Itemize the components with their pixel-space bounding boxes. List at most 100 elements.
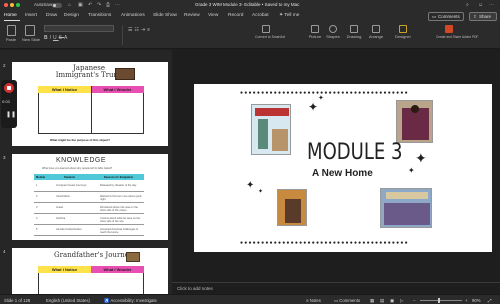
girl-figure — [285, 199, 301, 223]
accessibility-label: Accessibility: Investigate — [110, 297, 157, 303]
account-icon[interactable]: ☺ — [478, 2, 483, 8]
tab-view[interactable]: View — [208, 13, 218, 18]
font-format-controls[interactable]: BIUSA — [44, 35, 69, 41]
table-row: 3 Imaan Wondered where she was on the othe… — [34, 203, 144, 214]
zoom-window-button[interactable] — [16, 3, 20, 7]
slide-subtitle[interactable]: A New Home — [312, 168, 373, 179]
arrange-label: Arrange — [368, 34, 384, 39]
zoom-slider[interactable] — [420, 299, 462, 301]
new-slide-button[interactable]: New Slide — [22, 25, 40, 42]
tab-design[interactable]: Design — [64, 13, 79, 18]
main-slide[interactable]: ●●●●●●●●●●●●●●●●●●●●●●●●●●●●●●●●●●●●●●●●… — [194, 84, 492, 252]
notes-button[interactable]: ≡ Notes — [306, 298, 321, 303]
sparkle-icon: ✦ — [308, 100, 319, 114]
fit-to-window-icon[interactable]: ⤢ — [488, 298, 491, 303]
picture-button[interactable]: Picture — [308, 25, 322, 39]
tab-draw[interactable]: Draw — [46, 13, 57, 18]
slide-thumbnail-2[interactable]: Japanese Immigrant's Trunk What I Notice… — [12, 62, 168, 146]
accessibility-status[interactable]: ♿ Accessibility: Investigate — [104, 298, 157, 304]
slide-thumbnails-pane[interactable]: 2 Japanese Immigrant's Trunk What I Noti… — [0, 50, 172, 294]
share-button[interactable]: ⇪ Share — [469, 12, 497, 21]
autosave-label: AutoSave — [34, 2, 54, 7]
slide-number: 2 — [3, 63, 6, 68]
print-icon[interactable]: ⎙ — [106, 2, 110, 8]
paste-button[interactable]: Paste — [4, 25, 18, 42]
shapes-button[interactable]: Shapes — [326, 25, 340, 39]
font-color-icon[interactable]: A — [64, 35, 69, 41]
font-name-select[interactable] — [44, 25, 114, 32]
notes-placeholder[interactable]: Click to add notes — [177, 286, 213, 291]
coming-to-america-cover — [251, 104, 291, 155]
search-icon[interactable]: ⌕ — [466, 2, 469, 8]
people-crowd-cover — [380, 188, 432, 228]
comments-status-button[interactable]: ▭ Comments — [334, 298, 360, 304]
drawing-button[interactable]: Drawing — [346, 25, 362, 39]
normal-view-icon[interactable]: ▦ — [370, 298, 374, 304]
convert-smartart-button[interactable]: Convert to SmartArt — [255, 25, 285, 39]
close-window-button[interactable] — [4, 3, 8, 7]
comments-button[interactable]: ▭ Comments — [428, 12, 464, 21]
more-icon[interactable]: ⋯ — [115, 2, 120, 8]
share-button-label: Share — [479, 14, 492, 19]
slide-title[interactable]: MODULE 3 — [307, 140, 403, 165]
sparkle-icon: ✦ — [318, 95, 324, 102]
tab-insert[interactable]: Insert — [25, 13, 37, 18]
header-module: Module — [36, 175, 46, 179]
tab-acrobat[interactable]: Acrobat — [252, 13, 269, 18]
paragraph-controls[interactable]: ☰☷⇥≡ — [128, 27, 152, 33]
pause-icon[interactable]: ❚❚ — [6, 111, 16, 118]
tab-transitions[interactable]: Transitions — [88, 13, 111, 18]
row-reason: Accepted Americas challenges to reach th… — [100, 228, 139, 234]
create-pdf-button[interactable]: Create and Share Adobe PDF — [436, 25, 478, 39]
comment-icon: ▭ — [432, 14, 437, 19]
table-row: 1 Immigrant Guest Journeys Released by dis… — [34, 181, 144, 192]
align-icon[interactable]: ≡ — [147, 27, 152, 33]
comments-button-label: Comments — [438, 14, 460, 19]
zoom-slider-handle[interactable] — [438, 297, 440, 303]
tab-home[interactable]: Home — [4, 13, 17, 18]
redo-icon[interactable]: ↷ — [97, 2, 101, 8]
slide-thumbnail-4[interactable]: Grandfather's Journey What I Notice What… — [12, 248, 168, 294]
more-options-icon[interactable]: ⋯ — [489, 2, 494, 8]
sparkle-icon: ✦ — [415, 150, 427, 166]
minimize-window-button[interactable] — [10, 3, 14, 7]
arrange-button[interactable]: Arrange — [368, 25, 384, 39]
slideshow-icon[interactable]: ▷ — [400, 298, 403, 304]
new-slide-icon — [25, 25, 35, 36]
picture-label: Picture — [308, 34, 322, 39]
slide-title: Grandfather's Journey — [54, 251, 133, 259]
table-row: 5 Aemilia Knickerbocker Accepted Americas … — [34, 225, 144, 236]
reading-view-icon[interactable]: ▣ — [390, 298, 394, 304]
table-divider — [91, 86, 92, 134]
figures-shape — [272, 129, 288, 151]
tab-animations[interactable]: Animations — [121, 13, 145, 18]
tab-record[interactable]: Record — [228, 13, 243, 18]
notice-header: What I Notice — [38, 266, 91, 273]
tab-slide-show[interactable]: Slide Show — [153, 13, 177, 18]
stop-recording-button[interactable] — [4, 83, 14, 93]
slide-sorter-icon[interactable]: ▤ — [380, 298, 384, 304]
recording-time: 0:03 — [2, 99, 10, 104]
language-status[interactable]: English (United States) — [46, 298, 90, 303]
zoom-out-icon[interactable]: − — [413, 298, 416, 303]
lightbulb-icon: ✦ — [279, 13, 284, 18]
slide-thumbnail-3[interactable]: KNOWLEDGE What have you learned about wh… — [12, 154, 168, 240]
row-reason: Curious about what he sees on the other … — [100, 217, 141, 223]
row-student: Immigrant Guest Journeys — [56, 184, 87, 187]
tab-tell-me[interactable]: ✦ Tell me — [279, 13, 299, 18]
save-icon[interactable]: ▣ — [78, 2, 83, 8]
zoom-in-icon[interactable]: + — [465, 298, 468, 303]
home-icon[interactable]: ⌂ — [68, 2, 71, 8]
tab-review[interactable]: Review — [184, 13, 200, 18]
zoom-level[interactable]: 90% — [472, 298, 481, 303]
designer-button[interactable]: Designer — [394, 25, 412, 39]
notes-pane[interactable]: Click to add notes — [172, 282, 500, 294]
row-reason: Wanted to find out more about good night — [100, 195, 142, 201]
undo-icon[interactable]: ↶ — [88, 2, 92, 8]
crowd-shape — [384, 203, 430, 225]
adobe-pdf-icon — [445, 25, 453, 33]
smartart-icon — [262, 25, 270, 33]
document-title: Grade 3 WIM Module 3- Editable • Saved t… — [195, 2, 300, 7]
shapes-label: Shapes — [326, 34, 340, 39]
autosave-toggle[interactable] — [52, 2, 62, 8]
